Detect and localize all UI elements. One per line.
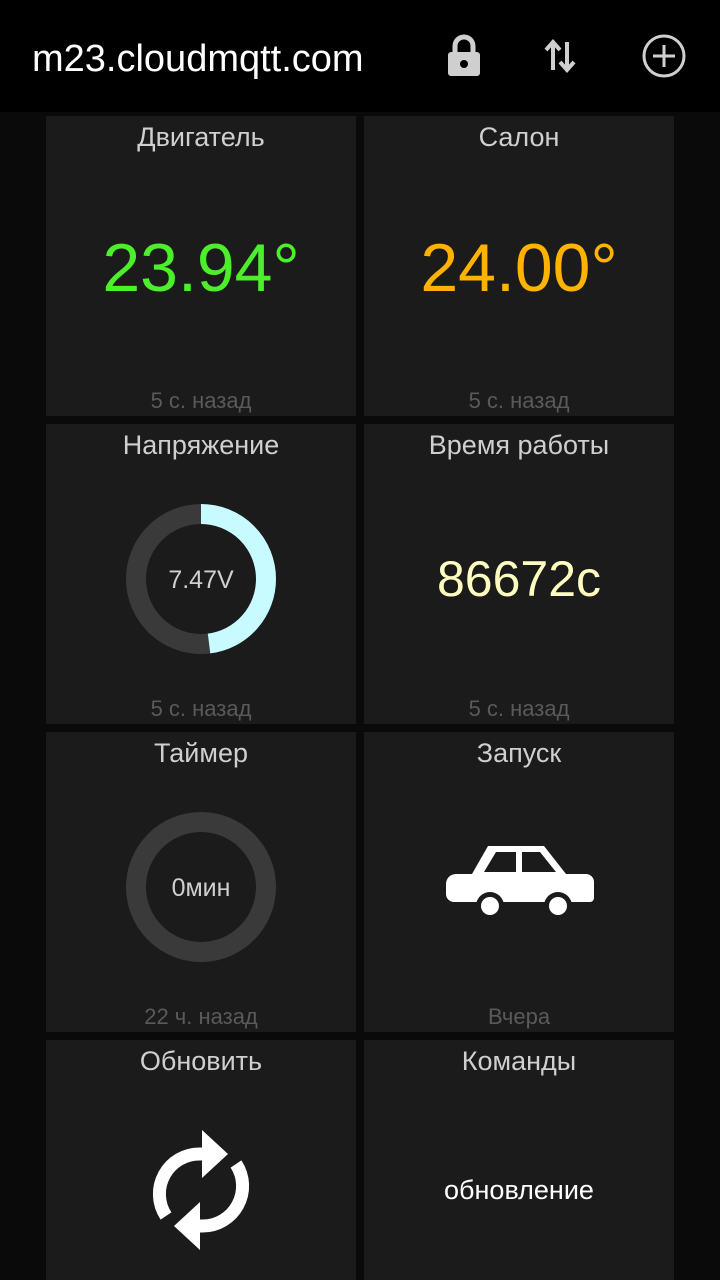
command-value: обновление: [444, 1175, 594, 1205]
tile-refresh[interactable]: Обновить: [46, 1040, 356, 1280]
tile-timestamp: 22 ч. назад: [144, 1004, 258, 1029]
voltage-value: 7.47V: [168, 566, 234, 594]
tile-uptime[interactable]: Время работы 86672с 5 с. назад: [364, 424, 674, 724]
tile-title: Двигатель: [137, 122, 265, 152]
refresh-icon[interactable]: [144, 1116, 258, 1269]
tile-commands[interactable]: Команды обновление: [364, 1040, 674, 1280]
swap-vertical-icon[interactable]: [532, 28, 588, 84]
engine-temperature-value: 23.94°: [102, 230, 300, 306]
tile-timer[interactable]: Таймер 0мин 22 ч. назад: [46, 732, 356, 1032]
tile-title: Напряжение: [122, 430, 280, 460]
tile-voltage[interactable]: Напряжение 7.47V 5 с. назад: [46, 424, 356, 724]
timer-value: 0мин: [171, 874, 231, 902]
tile-title: Запуск: [476, 738, 562, 768]
cabin-temperature-value: 24.00°: [420, 230, 618, 306]
tile-cabin[interactable]: Салон 24.00° 5 с. назад: [364, 116, 674, 416]
tile-timestamp: 5 с. назад: [150, 388, 252, 413]
tile-timestamp: 5 с. назад: [468, 388, 570, 413]
add-circle-icon[interactable]: [636, 28, 692, 84]
tile-title: Команды: [461, 1046, 577, 1076]
tile-timestamp: 5 с. назад: [468, 696, 570, 721]
tile-engine[interactable]: Двигатель 23.94° 5 с. назад: [46, 116, 356, 416]
app-title: m23.cloudmqtt.com: [32, 38, 364, 80]
tile-title: Время работы: [428, 430, 610, 460]
tile-title: Салон: [478, 122, 560, 152]
tile-start[interactable]: Запуск Вчера: [364, 732, 674, 1032]
uptime-value: 86672с: [436, 551, 602, 607]
lock-icon[interactable]: [436, 28, 492, 84]
tile-timestamp: Вчера: [487, 1004, 551, 1029]
tile-timestamp: 5 с. назад: [150, 696, 252, 721]
tile-title: Обновить: [139, 1046, 263, 1076]
car-icon[interactable]: [444, 840, 596, 929]
tile-title: Таймер: [154, 738, 248, 768]
app-bar: m23.cloudmqtt.com: [0, 0, 720, 112]
